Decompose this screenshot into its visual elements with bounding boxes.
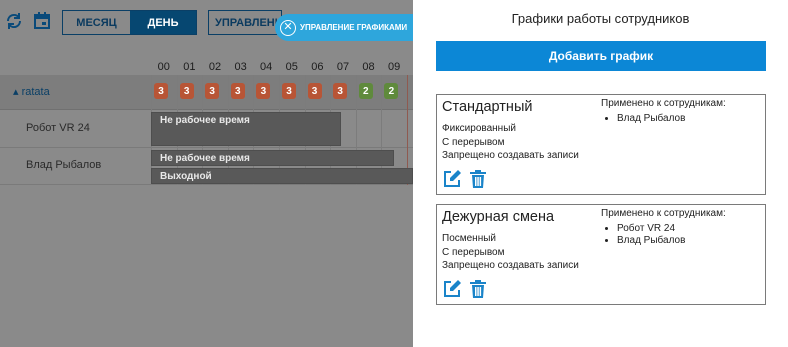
hour-label: 05 xyxy=(285,61,298,73)
hour-label: 08 xyxy=(362,61,375,73)
hour-label: 04 xyxy=(260,61,273,73)
manage-button[interactable]: УПРАВЛЕНИЕ xyxy=(208,10,282,35)
month-tab[interactable]: МЕСЯЦ xyxy=(63,11,130,34)
calendar-icon[interactable] xyxy=(33,12,51,30)
manage-schedules-label: УПРАВЛЕНИЕ ГРАФИКАМИ xyxy=(300,23,408,32)
employee-name: Влад Рыбалов xyxy=(26,159,102,171)
schedule-name: Стандартный xyxy=(442,99,533,115)
applied-employee: Влад Рыбалов xyxy=(617,113,685,125)
schedules-panel: Графики работы сотрудников Добавить граф… xyxy=(413,0,788,347)
employee-name: Робот VR 24 xyxy=(26,122,90,134)
hour-label: 00 xyxy=(157,61,170,73)
applied-employees: Робот VR 24 Влад Рыбалов xyxy=(617,223,685,247)
hour-label: 03 xyxy=(234,61,247,73)
schedule-restriction: Запрещено создавать записи xyxy=(442,150,579,161)
toolbar: МЕСЯЦ ДЕНЬ УПРАВЛЕНИЕ ✕ УПРАВЛЕНИЕ ГРАФИ… xyxy=(0,0,413,44)
applied-employee: Робот VR 24 xyxy=(617,223,685,235)
schedule-break: С перерывом xyxy=(442,136,505,148)
card-actions xyxy=(442,279,494,299)
hour-label: 02 xyxy=(208,61,222,73)
schedule-name: Дежурная смена xyxy=(442,209,555,225)
hour-header: 00 01 02 03 04 05 06 07 08 09 xyxy=(151,61,407,73)
add-schedule-button[interactable]: Добавить график xyxy=(436,41,766,71)
hour-label: 06 xyxy=(311,61,324,73)
scheduler-background: МЕСЯЦ ДЕНЬ УПРАВЛЕНИЕ ✕ УПРАВЛЕНИЕ ГРАФИ… xyxy=(0,0,413,347)
edit-icon[interactable] xyxy=(442,169,462,189)
group-label: ▴ ratata xyxy=(13,86,50,98)
applied-label: Применено к сотрудникам: xyxy=(601,208,726,219)
panel-title: Графики работы сотрудников xyxy=(511,11,690,26)
card-actions xyxy=(442,169,494,189)
schedule-type: Фиксированный xyxy=(442,123,516,134)
day-off-bar[interactable]: Выходной xyxy=(151,168,413,184)
applied-employees: Влад Рыбалов xyxy=(617,113,685,125)
schedule-card: Стандартный Фиксированный С перерывом За… xyxy=(436,94,766,195)
schedule-break: С перерывом xyxy=(442,246,505,258)
hour-label: 07 xyxy=(336,61,350,73)
manage-schedules-pill[interactable]: ✕ УПРАВЛЕНИЕ ГРАФИКАМИ xyxy=(275,14,413,41)
applied-employee: Влад Рыбалов xyxy=(617,235,685,247)
day-tab[interactable]: ДЕНЬ xyxy=(130,11,196,34)
trash-icon[interactable] xyxy=(468,169,488,189)
schedule-card: Дежурная смена Посменный С перерывом Зап… xyxy=(436,204,766,305)
applied-label: Применено к сотрудникам: xyxy=(601,98,726,109)
trash-icon[interactable] xyxy=(468,279,488,299)
schedule-restriction: Запрещено создавать записи xyxy=(442,260,579,271)
close-icon[interactable]: ✕ xyxy=(280,19,296,36)
refresh-icon[interactable] xyxy=(5,12,23,30)
hour-label: 09 xyxy=(388,61,401,73)
non-working-bar[interactable]: Не рабочее время xyxy=(151,150,394,166)
schedule-type: Посменный xyxy=(442,233,497,244)
hour-label: 01 xyxy=(183,61,196,73)
non-working-bar[interactable]: Не рабочее время xyxy=(151,112,341,146)
edit-icon[interactable] xyxy=(442,279,462,299)
view-switcher: МЕСЯЦ ДЕНЬ xyxy=(62,10,197,35)
